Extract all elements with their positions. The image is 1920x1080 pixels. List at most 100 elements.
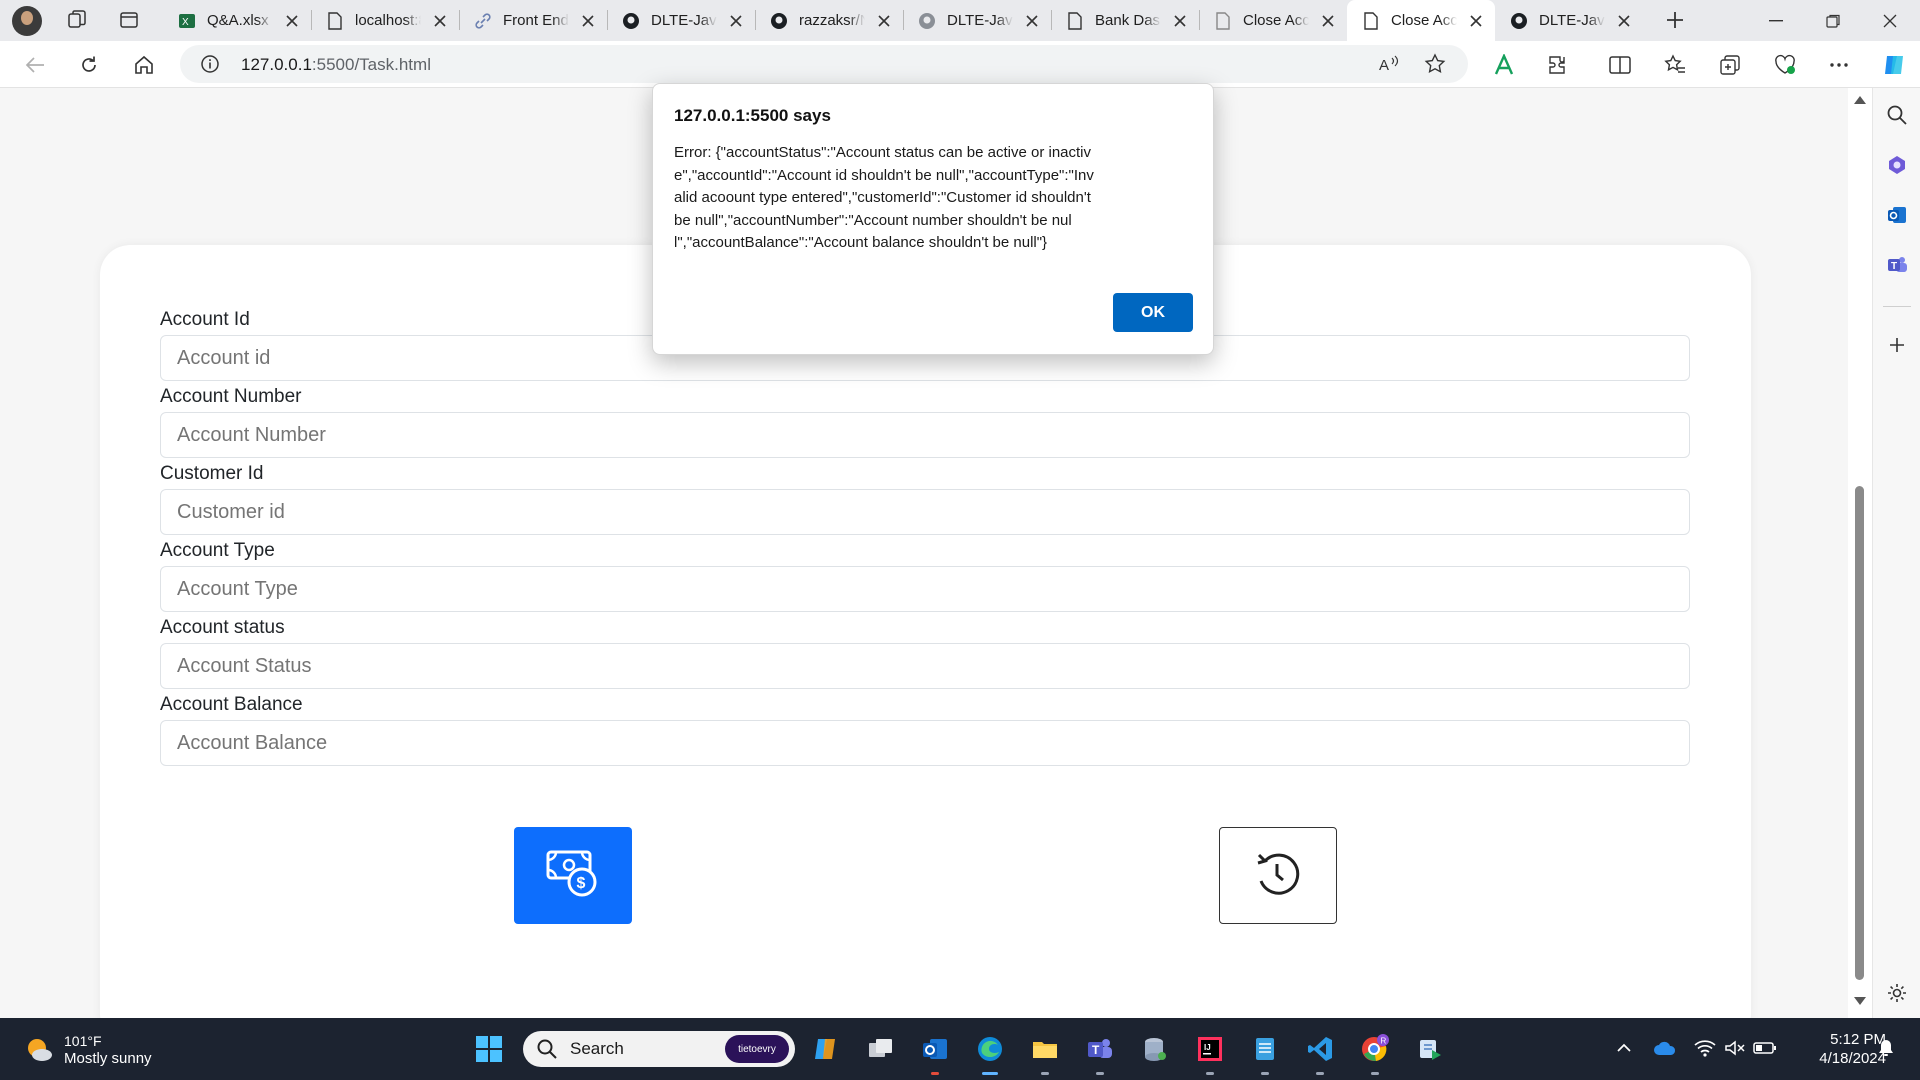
notification-bell-icon[interactable] [1874, 1036, 1898, 1060]
close-icon[interactable] [727, 12, 745, 30]
new-tab-button[interactable] [1658, 5, 1692, 35]
edge-sidebar: T [1872, 88, 1920, 1018]
grammarly-icon[interactable] [1487, 48, 1521, 82]
url-text[interactable]: 127.0.0.1:5500/Task.html [241, 55, 431, 75]
github-icon [621, 11, 641, 31]
outlook-app-icon[interactable] [917, 1031, 953, 1075]
tab-label: DLTE-Java [651, 12, 717, 29]
scroll-thumb[interactable] [1855, 486, 1864, 980]
alert-dialog-message: Error: {"accountStatus":"Account status … [674, 144, 1094, 251]
more-menu-icon[interactable] [1822, 48, 1856, 82]
account-number-input[interactable] [160, 412, 1690, 458]
favorite-star-icon[interactable] [1423, 52, 1447, 76]
close-icon[interactable] [431, 12, 449, 30]
intellij-idea-icon[interactable]: IJ [1192, 1031, 1228, 1075]
speaker-muted-icon[interactable] [1723, 1036, 1747, 1060]
windows-taskbar: 101°F Mostly sunny Search tietoevry T IJ… [0, 1018, 1920, 1080]
browser-tab-strip: X Q&A.xlsx localhost:8 Front End DLTE-Ja… [0, 0, 1920, 41]
tab-actions-icon[interactable] [112, 5, 146, 35]
close-icon[interactable] [1615, 12, 1633, 30]
wifi-icon[interactable] [1693, 1036, 1717, 1060]
shopping-icon[interactable] [1884, 152, 1910, 178]
taskbar-search[interactable]: Search tietoevry [523, 1031, 795, 1067]
outlook-icon[interactable] [1884, 202, 1910, 228]
tab[interactable]: X Q&A.xlsx [163, 0, 311, 41]
close-icon[interactable] [1319, 12, 1337, 30]
scroll-up-arrow-icon[interactable] [1854, 96, 1866, 104]
close-icon[interactable] [1023, 12, 1041, 30]
task-view-icon[interactable] [863, 1031, 899, 1067]
profile-avatar[interactable] [8, 4, 46, 38]
close-window-button[interactable] [1862, 0, 1918, 41]
tab[interactable]: DLTE-Java [607, 0, 755, 41]
refresh-icon[interactable] [72, 48, 106, 82]
system-clock[interactable]: 5:12 PM 4/18/2024 [1796, 1030, 1886, 1068]
battery-icon[interactable] [1753, 1036, 1777, 1060]
account-balance-input[interactable] [160, 720, 1690, 766]
media-player-icon[interactable] [1412, 1031, 1448, 1067]
read-aloud-icon[interactable]: A [1377, 52, 1401, 76]
page-icon [325, 11, 345, 31]
account-type-input[interactable] [160, 566, 1690, 612]
chrome-icon[interactable]: R [1357, 1031, 1393, 1075]
svg-text:T: T [1891, 261, 1897, 272]
edge-browser-icon[interactable] [972, 1031, 1008, 1075]
close-icon[interactable] [283, 12, 301, 30]
favorites-icon[interactable] [1658, 48, 1692, 82]
extensions-icon[interactable] [1541, 48, 1575, 82]
back-arrow-icon[interactable] [18, 48, 52, 82]
tab[interactable]: Front End [459, 0, 607, 41]
page-scrollbar[interactable] [1848, 88, 1872, 1018]
tab[interactable]: DLTE-Java [903, 0, 1051, 41]
weather-widget[interactable]: 101°F Mostly sunny [24, 1032, 152, 1068]
copilot-app-icon[interactable] [808, 1031, 844, 1067]
settings-gear-icon[interactable] [1884, 980, 1910, 1006]
customer-id-input[interactable] [160, 489, 1690, 535]
notepad-icon[interactable] [1247, 1031, 1283, 1075]
page-icon [1065, 11, 1085, 31]
vscode-icon[interactable] [1302, 1031, 1338, 1075]
account-status-label: Account status [160, 617, 285, 638]
copilot-icon[interactable] [1877, 48, 1911, 82]
tab-active[interactable]: Close Acc [1347, 0, 1495, 41]
page-icon [1361, 11, 1381, 31]
home-icon[interactable] [127, 48, 161, 82]
add-icon[interactable] [1884, 332, 1910, 358]
tab[interactable]: razzaksr/N [755, 0, 903, 41]
clock-time: 5:12 PM [1830, 1031, 1886, 1048]
file-explorer-icon[interactable] [1027, 1031, 1063, 1075]
workspaces-icon[interactable] [60, 5, 94, 35]
tab-label: Close Acc [1243, 12, 1309, 29]
restore-button[interactable] [1805, 0, 1861, 41]
browser-essentials-icon[interactable] [1768, 48, 1802, 82]
alert-ok-button[interactable]: OK [1113, 293, 1193, 332]
close-icon[interactable] [875, 12, 893, 30]
search-icon[interactable] [1884, 102, 1910, 128]
tab-label: DLTE-Java [947, 12, 1013, 29]
money-refund-icon: $ [545, 848, 601, 903]
tab[interactable]: Bank Dash [1051, 0, 1199, 41]
close-icon[interactable] [1467, 12, 1485, 30]
close-icon[interactable] [579, 12, 597, 30]
teams-icon[interactable]: T [1884, 252, 1910, 278]
close-icon[interactable] [1171, 12, 1189, 30]
tab[interactable]: localhost:8 [311, 0, 459, 41]
tab[interactable]: DLTE-Java [1495, 0, 1643, 41]
tab[interactable]: Close Acc [1199, 0, 1347, 41]
reset-button[interactable] [1219, 827, 1337, 924]
chevron-up-icon[interactable] [1612, 1036, 1636, 1060]
split-screen-icon[interactable] [1603, 48, 1637, 82]
account-status-input[interactable] [160, 643, 1690, 689]
database-app-icon[interactable] [1137, 1031, 1173, 1067]
clock-date: 4/18/2024 [1819, 1050, 1886, 1067]
minimize-button[interactable] [1748, 0, 1804, 41]
teams-app-icon[interactable]: T [1082, 1031, 1118, 1075]
scroll-down-arrow-icon[interactable] [1854, 997, 1866, 1005]
close-account-submit-button[interactable]: $ [514, 827, 632, 924]
onedrive-cloud-icon[interactable] [1653, 1036, 1677, 1060]
address-bar[interactable]: 127.0.0.1:5500/Task.html A [180, 45, 1468, 83]
collections-icon[interactable] [1713, 48, 1747, 82]
start-windows-icon[interactable] [471, 1031, 507, 1067]
search-icon [536, 1038, 558, 1060]
info-icon[interactable] [200, 54, 220, 74]
